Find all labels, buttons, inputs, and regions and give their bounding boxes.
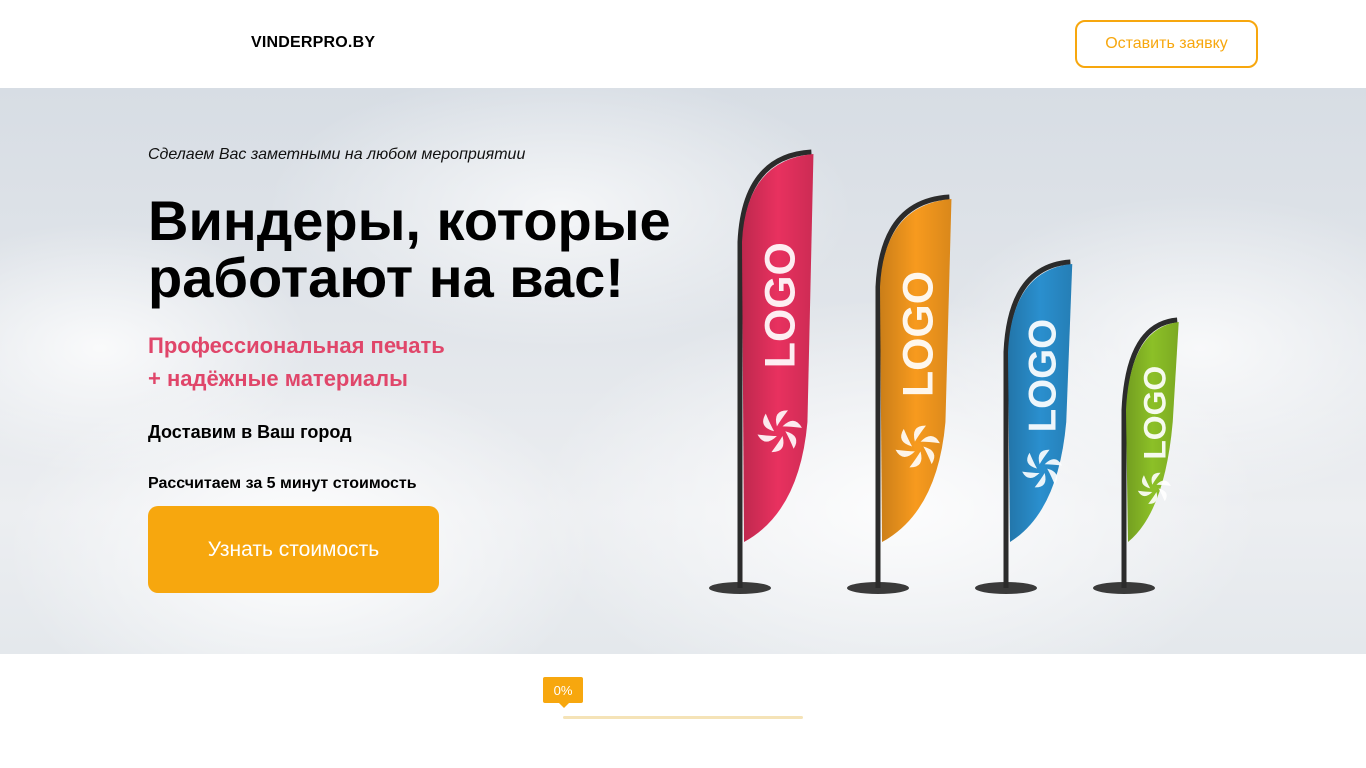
feather-flag-4: LOGO	[1093, 317, 1179, 594]
hero-headline: Виндеры, которые работают на вас!	[148, 192, 748, 306]
hero-section: Сделаем Вас заметными на любом мероприят…	[0, 88, 1366, 654]
feather-flag-3: LOGO	[975, 259, 1073, 594]
flag-logo-text: LOGO	[1022, 319, 1065, 433]
flag-logo-text: LOGO	[757, 242, 805, 368]
flag-logo-text: LOGO	[1137, 366, 1173, 460]
progress-track	[563, 716, 803, 719]
get-price-button[interactable]: Узнать стоимость	[148, 506, 439, 593]
headline-line-2: работают на вас!	[148, 246, 624, 309]
feather-flag-1: LOGO	[709, 149, 814, 594]
hero-features: Профессиональная печать + надёжные матер…	[148, 329, 445, 395]
calculation-note: Рассчитаем за 5 минут стоимость	[148, 475, 417, 492]
request-button[interactable]: Оставить заявку	[1075, 20, 1258, 68]
feature-printing: Профессиональная печать	[148, 333, 445, 358]
delivery-note: Доставим в Ваш город	[148, 422, 352, 442]
flag-logo-text: LOGO	[895, 271, 943, 397]
site-header: VINDERPRO.BY Оставить заявку	[0, 0, 1366, 88]
feather-flag-2: LOGO	[847, 194, 952, 594]
flags-illustration: LOGO LOGO LOGO LOGO	[709, 149, 1179, 594]
feature-materials: + надёжные материалы	[148, 366, 408, 391]
site-logo[interactable]: VINDERPRO.BY	[251, 34, 375, 52]
headline-line-1: Виндеры, которые	[148, 189, 671, 252]
progress-badge: 0%	[543, 677, 583, 708]
hero-tagline: Сделаем Вас заметными на любом мероприят…	[148, 146, 526, 163]
